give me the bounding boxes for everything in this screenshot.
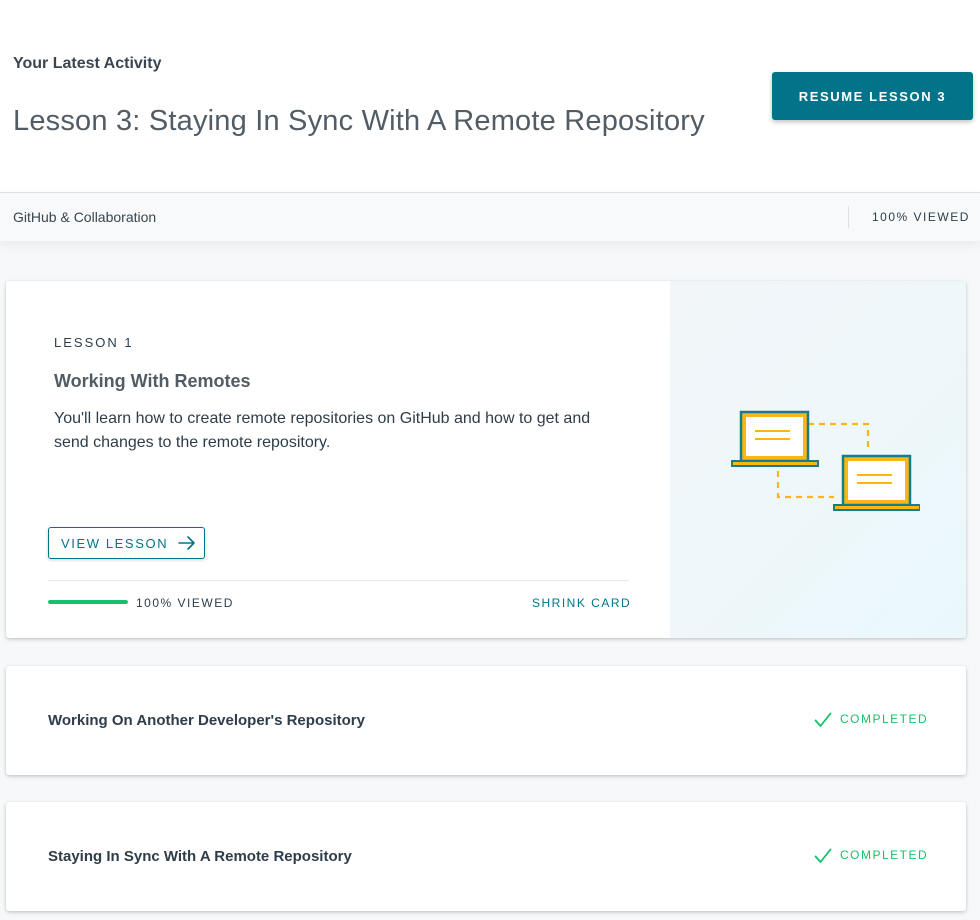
activity-header: Your Latest Activity Lesson 3: Staying I… [0,0,980,192]
arrow-right-icon [178,536,196,550]
card-divider [48,580,629,581]
completed-label: COMPLETED [840,848,929,862]
lesson-progress-bar [48,600,128,604]
lesson-progress-fill [48,600,128,604]
lesson-viewed-status: 100% VIEWED [136,596,234,610]
lesson-card-expanded: LESSON 1 Working With Remotes You'll lea… [6,281,966,638]
completed-status: COMPLETED [814,710,928,728]
lesson-card-title: Working With Remotes [54,371,251,391]
lesson-card-title: Staying In Sync With A Remote Repository [48,848,352,865]
section-eyebrow: Your Latest Activity [13,55,162,72]
course-bar-divider [848,206,849,228]
completed-label: COMPLETED [840,712,929,726]
laptops-sync-icon [731,410,920,511]
lesson-illustration-panel [670,281,966,638]
resume-lesson-button[interactable]: RESUME LESSON 3 [772,72,973,120]
course-bar: GitHub & Collaboration 100% VIEWED [0,192,980,241]
check-icon [814,712,832,728]
course-viewed-status: 100% VIEWED [872,210,970,224]
check-icon [814,848,832,864]
completed-status: COMPLETED [814,846,928,864]
view-lesson-button[interactable]: VIEW LESSON [48,527,205,559]
lesson-card-collapsed[interactable]: Working On Another Developer's Repositor… [6,666,966,775]
view-lesson-label: VIEW LESSON [61,535,169,551]
lesson-card-title: Working On Another Developer's Repositor… [48,712,365,729]
lesson-number-label: LESSON 1 [54,335,134,350]
course-name: GitHub & Collaboration [13,209,157,225]
lesson-card-collapsed[interactable]: Staying In Sync With A Remote Repository… [6,802,966,911]
shrink-card-link[interactable]: SHRINK CARD [532,596,631,610]
latest-lesson-title: Lesson 3: Staying In Sync With A Remote … [13,105,705,137]
lesson-card-description: You'll learn how to create remote reposi… [54,410,591,451]
